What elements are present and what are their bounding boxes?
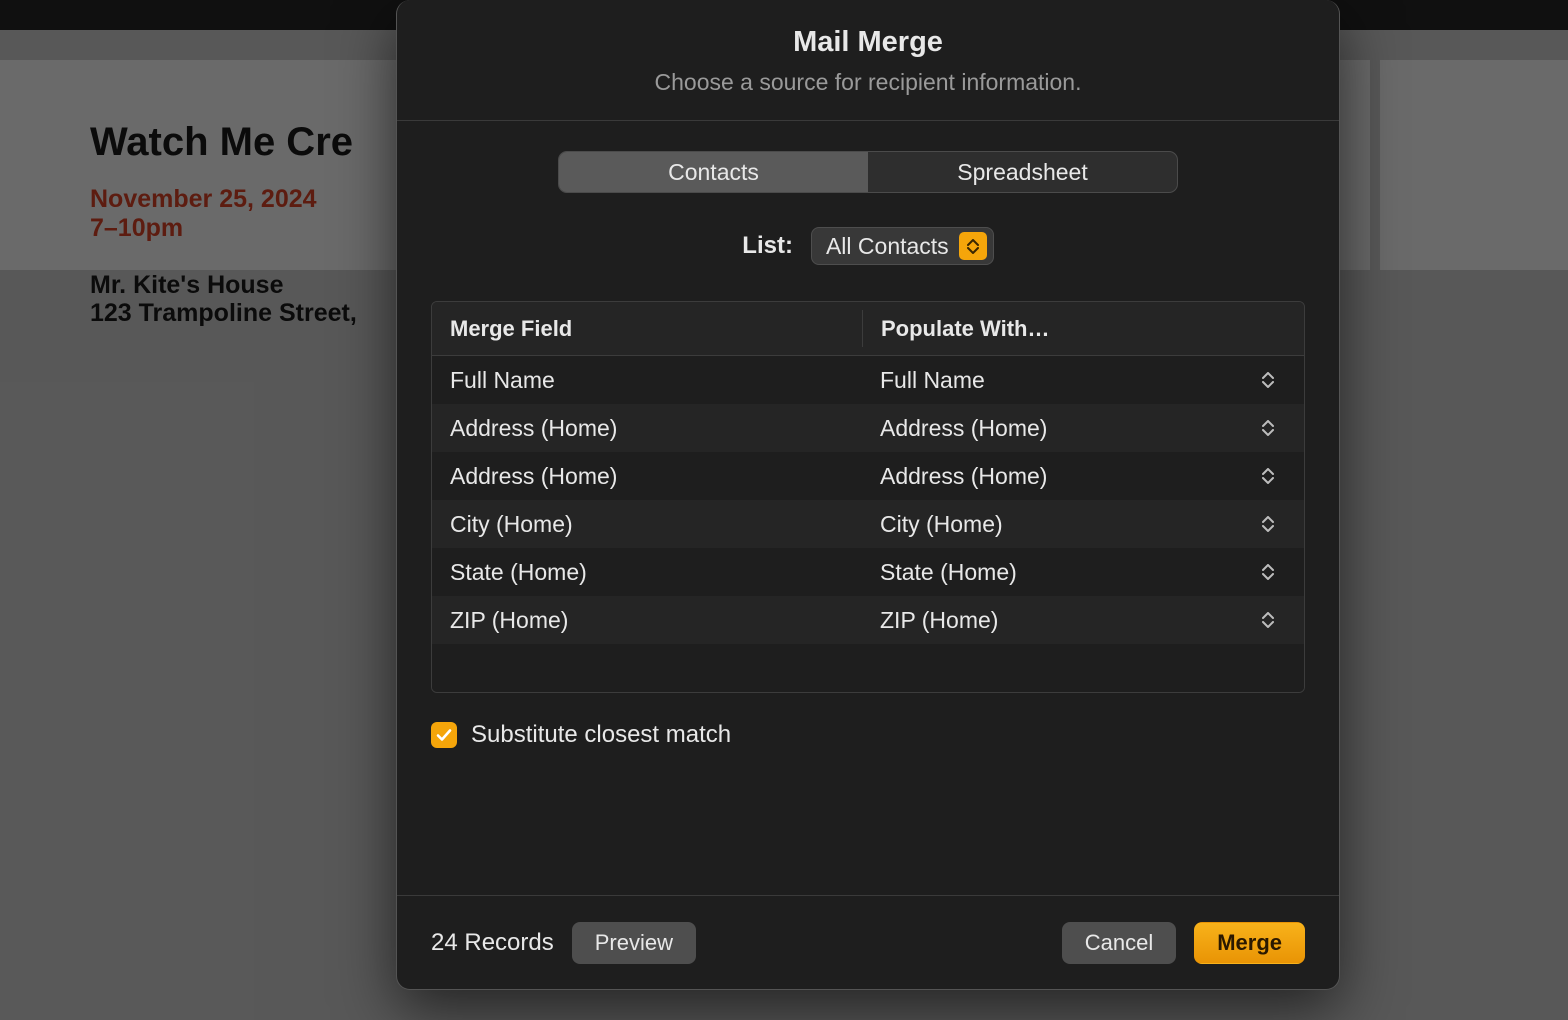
updown-icon xyxy=(1260,513,1276,535)
records-count: 24 Records xyxy=(431,929,554,957)
updown-icon xyxy=(1260,417,1276,439)
updown-icon xyxy=(1260,465,1276,487)
list-label: List: xyxy=(742,232,793,260)
dialog-title: Mail Merge xyxy=(417,26,1319,59)
merge-field-cell: ZIP (Home) xyxy=(432,607,862,634)
dialog-header: Mail Merge Choose a source for recipient… xyxy=(397,0,1339,121)
populate-with-cell[interactable]: ZIP (Home) xyxy=(862,607,1304,634)
populate-value: Full Name xyxy=(880,367,985,394)
dialog-body: Contacts Spreadsheet List: All Contacts … xyxy=(397,121,1339,895)
tab-contacts[interactable]: Contacts xyxy=(559,152,868,192)
source-segmented-control: Contacts Spreadsheet xyxy=(558,151,1178,193)
table-header: Merge Field Populate With… xyxy=(432,302,1304,356)
dialog-subtitle: Choose a source for recipient informatio… xyxy=(417,69,1319,96)
column-populate-with[interactable]: Populate With… xyxy=(863,302,1304,355)
tab-spreadsheet-label: Spreadsheet xyxy=(957,159,1087,186)
merge-button-label: Merge xyxy=(1217,930,1282,956)
checkmark-icon xyxy=(436,727,452,743)
populate-with-cell[interactable]: State (Home) xyxy=(862,559,1304,586)
updown-icon xyxy=(1260,609,1276,631)
table-row: Address (Home) Address (Home) xyxy=(432,452,1304,500)
populate-with-cell[interactable]: Address (Home) xyxy=(862,463,1304,490)
tab-spreadsheet[interactable]: Spreadsheet xyxy=(868,152,1177,192)
merge-field-cell: Address (Home) xyxy=(432,415,862,442)
merge-field-cell: State (Home) xyxy=(432,559,862,586)
list-selector-row: List: All Contacts xyxy=(431,227,1305,265)
preview-button[interactable]: Preview xyxy=(572,922,696,964)
mail-merge-dialog: Mail Merge Choose a source for recipient… xyxy=(396,0,1340,990)
populate-with-cell[interactable]: Full Name xyxy=(862,367,1304,394)
table-row: State (Home) State (Home) xyxy=(432,548,1304,596)
populate-with-cell[interactable]: City (Home) xyxy=(862,511,1304,538)
substitute-checkbox[interactable] xyxy=(431,722,457,748)
merge-button[interactable]: Merge xyxy=(1194,922,1305,964)
list-dropdown[interactable]: All Contacts xyxy=(811,227,994,265)
populate-value: State (Home) xyxy=(880,559,1017,586)
table-row: Full Name Full Name xyxy=(432,356,1304,404)
substitute-label: Substitute closest match xyxy=(471,721,731,749)
populate-value: Address (Home) xyxy=(880,415,1047,442)
table-body: Full NameFull Name Address (Home)Address… xyxy=(432,356,1304,644)
cancel-button-label: Cancel xyxy=(1085,930,1153,956)
preview-button-label: Preview xyxy=(595,930,673,956)
merge-field-cell: Address (Home) xyxy=(432,463,862,490)
populate-with-cell[interactable]: Address (Home) xyxy=(862,415,1304,442)
populate-value: City (Home) xyxy=(880,511,1003,538)
table-row: ZIP (Home) ZIP (Home) xyxy=(432,596,1304,644)
cancel-button[interactable]: Cancel xyxy=(1062,922,1176,964)
merge-field-cell: City (Home) xyxy=(432,511,862,538)
substitute-row: Substitute closest match xyxy=(431,721,1305,749)
dialog-footer: 24 Records Preview Cancel Merge xyxy=(397,895,1339,989)
updown-icon xyxy=(1260,369,1276,391)
merge-fields-table: Merge Field Populate With… Full NameFull… xyxy=(431,301,1305,693)
column-merge-field[interactable]: Merge Field xyxy=(432,302,862,355)
table-row: Address (Home) Address (Home) xyxy=(432,404,1304,452)
stepper-icon xyxy=(959,232,987,260)
populate-value: ZIP (Home) xyxy=(880,607,998,634)
table-row: City (Home) City (Home) xyxy=(432,500,1304,548)
list-dropdown-value: All Contacts xyxy=(826,233,949,260)
updown-icon xyxy=(1260,561,1276,583)
merge-field-cell: Full Name xyxy=(432,367,862,394)
populate-value: Address (Home) xyxy=(880,463,1047,490)
table-empty-row xyxy=(432,644,1304,692)
tab-contacts-label: Contacts xyxy=(668,159,759,186)
